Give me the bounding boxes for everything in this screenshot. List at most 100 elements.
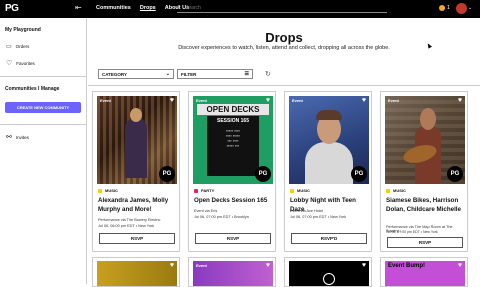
rsvp-button[interactable]: RSVP xyxy=(99,233,175,244)
rsvp-button[interactable]: RSVP xyxy=(195,233,271,244)
top-navbar: PG ⇤ Communities Drops About Us ⌕ 1 ⌄ xyxy=(0,0,480,18)
chevron-down-icon[interactable]: ⌄ xyxy=(468,5,472,11)
drop-card[interactable]: ♥ xyxy=(92,257,180,287)
event-badge: Event xyxy=(196,98,207,103)
chevron-down-icon: ⌄ xyxy=(165,71,170,77)
heart-icon[interactable]: ♥ xyxy=(362,97,366,104)
card-title[interactable]: Siamese Bikes, Harrison Dolan, Childcare… xyxy=(386,196,468,214)
category-dot xyxy=(290,188,294,193)
collapse-sidebar-icon[interactable]: ⇤ xyxy=(75,3,82,12)
nav-communities[interactable]: Communities xyxy=(96,5,131,11)
category-label: MUSIC xyxy=(105,188,118,193)
avatar[interactable] xyxy=(456,3,467,14)
page-subtitle: Discover experiences to watch, listen, a… xyxy=(178,45,390,51)
category-label: MUSIC xyxy=(393,188,406,193)
sidebar-item-favorites[interactable]: ♡ Favorites xyxy=(6,59,35,67)
filter-select[interactable]: FILTER ☰ xyxy=(177,69,253,79)
event-image: Event Bump! ♥ xyxy=(385,261,465,286)
coin-icon xyxy=(439,5,445,11)
orders-icon: ▭ xyxy=(6,44,12,50)
coin-count: 1 xyxy=(447,5,450,11)
performer-figure xyxy=(305,142,353,184)
main-nav: Communities Drops About Us xyxy=(96,5,189,11)
card-date: Jul 06, 07:00 pm EDT • Brooklyn xyxy=(194,215,249,219)
heart-icon[interactable]: ♥ xyxy=(170,262,174,269)
card-date: Jul 06, 07:00 pm EDT • New York xyxy=(386,230,438,234)
heart-icon[interactable]: ♥ xyxy=(362,262,366,269)
nav-drops[interactable]: Drops xyxy=(140,5,156,11)
card-title[interactable]: Open Decks Session 165 xyxy=(194,196,276,205)
search-icon: ⌕ xyxy=(177,4,181,10)
drop-card[interactable]: Event ♥ PG MUSIC Lobby Night with Teen D… xyxy=(284,91,372,252)
event-image: Event ♥ PG xyxy=(289,96,369,184)
category-tag: MUSIC xyxy=(290,188,310,193)
event-image: OPEN DECKS SESSION 165 ▪▪▪▪▪ ▪▪▪▪ ▪▪▪▪ ▪▪… xyxy=(193,96,273,184)
rsvp-button[interactable]: RSVP xyxy=(387,237,463,248)
heart-icon[interactable]: ♥ xyxy=(266,262,270,269)
sidebar-item-label: Favorites xyxy=(16,60,35,66)
drop-card[interactable]: ♥ xyxy=(284,257,372,287)
drop-card[interactable]: OPEN DECKS SESSION 165 ▪▪▪▪▪ ▪▪▪▪ ▪▪▪▪ ▪▪… xyxy=(188,91,276,252)
sidebar-item-label: Orders xyxy=(15,44,30,49)
refresh-icon[interactable]: ↻ xyxy=(265,70,271,78)
category-tag: MUSIC xyxy=(98,188,118,193)
search-input[interactable] xyxy=(185,5,365,11)
sidebar-divider xyxy=(0,76,86,77)
event-badge: Event xyxy=(388,98,399,103)
event-image: ♥ xyxy=(97,261,177,286)
category-label: MUSIC xyxy=(297,188,310,193)
category-label: CATEGORY xyxy=(102,71,128,77)
main-content: Drops Discover experiences to watch, lis… xyxy=(88,18,480,287)
event-image: Event ♥ PG xyxy=(385,96,465,184)
performer-figure xyxy=(125,118,147,178)
performer-head xyxy=(420,108,436,130)
heart-icon[interactable]: ♥ xyxy=(266,97,270,104)
pg-badge-icon: PG xyxy=(351,166,367,182)
category-tag: PARTY xyxy=(194,188,214,193)
poster-panel: SESSION 165 ▪▪▪▪▪ ▪▪▪▪ ▪▪▪▪ ▪▪▪▪▪ ▪▪▪ ▪▪▪▪… xyxy=(207,116,259,176)
pg-logo[interactable]: PG xyxy=(5,3,19,14)
sliders-icon: ☰ xyxy=(244,71,249,77)
link-icon: ⚯ xyxy=(6,134,12,141)
category-dot xyxy=(386,188,390,193)
sidebar-divider xyxy=(0,124,86,125)
sidebar-item-invites[interactable]: ⚯ Invites xyxy=(6,133,29,141)
card-venue: Event via Ace Hotel xyxy=(290,209,323,213)
card-venue: Event via Eris xyxy=(194,209,218,213)
category-select[interactable]: CATEGORY ⌄ xyxy=(98,69,174,79)
drop-card[interactable]: Event Bump! ♥ xyxy=(380,257,468,287)
category-label: PARTY xyxy=(201,188,215,193)
heart-icon[interactable]: ♥ xyxy=(458,97,462,104)
pg-badge-icon: PG xyxy=(159,166,175,182)
card-title[interactable]: Alexandra James, Molly Murphy and More! xyxy=(98,196,180,214)
heart-icon[interactable]: ♥ xyxy=(170,97,174,104)
event-image: Event ♥ xyxy=(193,261,273,286)
search-bar[interactable]: ⌕ xyxy=(177,4,387,13)
pg-badge-icon: PG xyxy=(447,166,463,182)
heart-icon[interactable]: ♥ xyxy=(458,262,462,269)
poster-subtitle: SESSION 165 xyxy=(217,118,249,124)
sidebar-item-label: Invites xyxy=(15,134,29,140)
communities-heading: Communities I Manage xyxy=(5,86,60,92)
performer-head xyxy=(130,108,142,122)
my-playground-heading: My Playground xyxy=(5,27,41,33)
poster-text: Event Bump! xyxy=(388,263,426,269)
card-date: Jul 06, 06:00 pm EDT • New York xyxy=(98,224,155,228)
rsvp-button[interactable]: RSVP'D xyxy=(291,233,367,244)
sidebar-item-orders[interactable]: ▭ Orders xyxy=(6,43,29,50)
category-dot xyxy=(98,188,102,193)
create-community-button[interactable]: CREATE NEW COMMUNITY xyxy=(5,102,81,113)
event-badge: Event xyxy=(100,98,111,103)
event-badge: Event xyxy=(196,263,207,268)
performer-hair xyxy=(316,110,342,120)
pg-badge-icon: PG xyxy=(255,166,271,182)
category-dot xyxy=(194,188,198,193)
filter-label: FILTER xyxy=(181,71,197,77)
event-image: ♥ xyxy=(289,261,369,286)
category-tag: MUSIC xyxy=(386,188,406,193)
sun-icon xyxy=(323,273,335,285)
drop-card[interactable]: Event ♥ PG MUSIC Siamese Bikes, Harrison… xyxy=(380,91,468,252)
event-badge: Event xyxy=(292,98,303,103)
drop-card[interactable]: Event ♥ PG MUSIC Alexandra James, Molly … xyxy=(92,91,180,252)
drop-card[interactable]: Event ♥ xyxy=(188,257,276,287)
